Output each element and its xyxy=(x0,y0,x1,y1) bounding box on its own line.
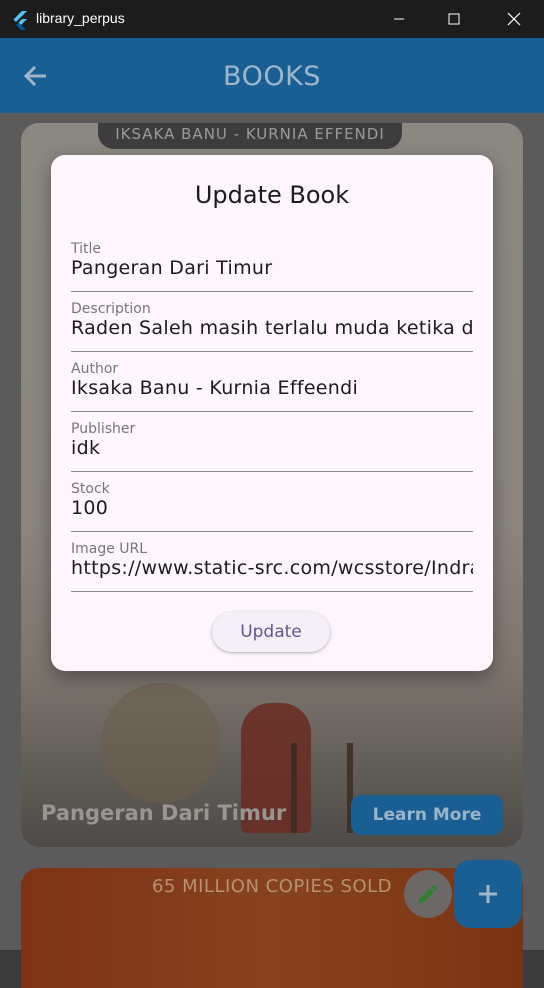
page-title: BOOKS xyxy=(223,61,321,92)
field-label: Publisher xyxy=(71,421,136,437)
plus-icon xyxy=(479,885,497,903)
maximize-icon xyxy=(448,13,460,25)
publisher-field[interactable]: Publisher idk xyxy=(71,421,473,481)
stock-input[interactable]: 100 xyxy=(71,497,473,519)
title-field[interactable]: Title Pangeran Dari Timur xyxy=(71,241,473,301)
close-icon xyxy=(507,12,521,26)
learn-more-button[interactable]: Learn More xyxy=(351,795,503,835)
field-label: Description xyxy=(71,301,151,317)
field-underline xyxy=(71,591,473,592)
description-field[interactable]: Description Raden Saleh masih terlalu mu… xyxy=(71,301,473,361)
field-label: Image URL xyxy=(71,541,148,557)
window-titlebar: library_perpus xyxy=(0,0,544,38)
book-title: Pangeran Dari Timur xyxy=(41,801,287,825)
close-button[interactable] xyxy=(485,0,543,38)
author-input[interactable]: Iksaka Banu - Kurnia Effeendi xyxy=(71,377,473,399)
field-label: Stock xyxy=(71,481,110,497)
cover-illustration-chair xyxy=(291,743,353,833)
title-input[interactable]: Pangeran Dari Timur xyxy=(71,257,473,279)
image-url-input[interactable]: https://www.static-src.com/wcsstore/Indr… xyxy=(71,557,473,579)
minimize-icon xyxy=(394,18,404,20)
app-bar: BOOKS xyxy=(0,38,544,113)
publisher-input[interactable]: idk xyxy=(71,437,473,459)
cover-author-banner: IKSAKA BANU - KURNIA EFFENDI xyxy=(98,123,402,149)
field-underline xyxy=(71,531,473,532)
field-underline xyxy=(71,291,473,292)
field-label: Title xyxy=(71,241,102,257)
update-button[interactable]: Update xyxy=(212,612,330,652)
image-url-field[interactable]: Image URL https://www.static-src.com/wcs… xyxy=(71,541,473,601)
field-underline xyxy=(71,411,473,412)
maximize-button[interactable] xyxy=(425,0,483,38)
minimize-button[interactable] xyxy=(370,0,428,38)
window-title: library_perpus xyxy=(36,10,125,26)
field-label: Author xyxy=(71,361,119,377)
edit-button[interactable] xyxy=(404,870,452,918)
dialog-title: Update Book xyxy=(194,181,350,209)
description-input[interactable]: Raden Saleh masih terlalu muda ketika di… xyxy=(71,317,473,339)
stock-field[interactable]: Stock 100 xyxy=(71,481,473,541)
add-book-button[interactable] xyxy=(454,860,522,928)
update-book-dialog: Update Book Title Pangeran Dari Timur De… xyxy=(51,155,493,671)
flutter-logo-icon xyxy=(13,11,27,30)
pencil-icon xyxy=(419,884,437,903)
author-field[interactable]: Author Iksaka Banu - Kurnia Effeendi xyxy=(71,361,473,421)
field-underline xyxy=(71,351,473,352)
field-underline xyxy=(71,471,473,472)
cover-illustration-shape xyxy=(101,683,221,803)
